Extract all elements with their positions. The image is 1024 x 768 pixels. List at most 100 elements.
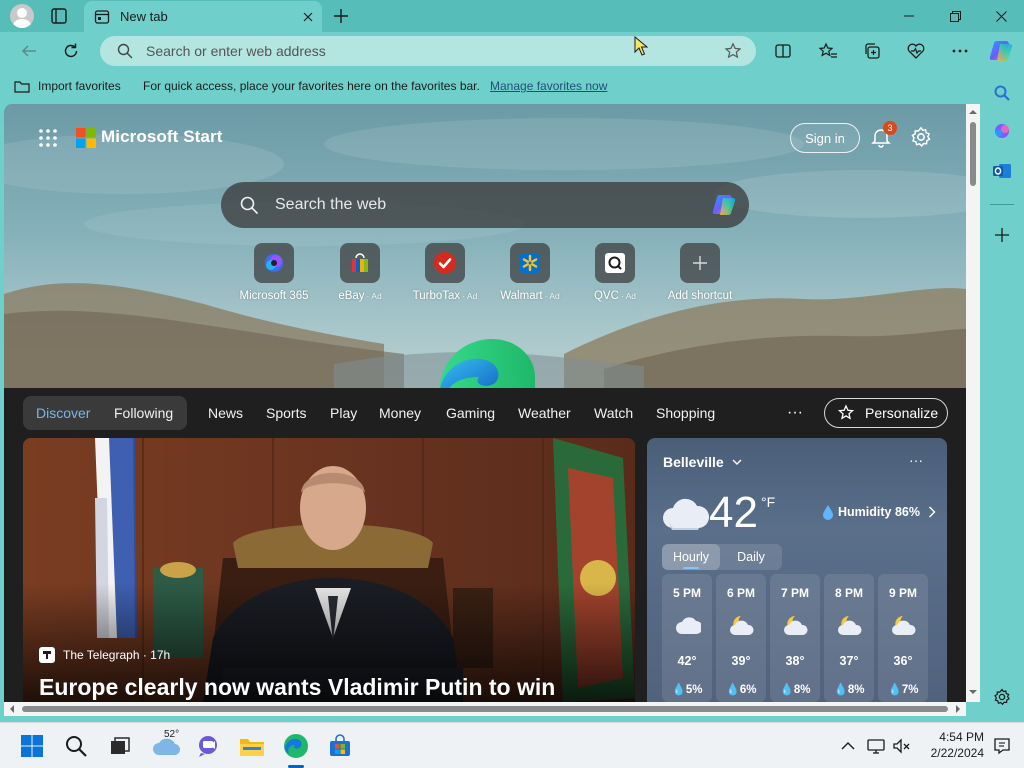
chevron-down-icon [732, 459, 742, 465]
horizontal-scroll-thumb[interactable] [22, 706, 948, 712]
vertical-scroll-thumb[interactable] [970, 122, 976, 186]
humidity-readout[interactable]: Humidity 86% [822, 504, 940, 520]
address-bar[interactable]: Search or enter web address [100, 36, 756, 66]
shortcut-microsoft-365[interactable]: Microsoft 365 [232, 243, 316, 313]
windows-start-icon[interactable] [16, 730, 48, 762]
close-window-icon[interactable] [978, 0, 1024, 32]
shortcut-add[interactable]: Add shortcut [658, 243, 742, 313]
personalize-button[interactable]: Personalize [824, 398, 948, 428]
new-tab-page-icon [94, 9, 110, 24]
add-favorite-star-icon[interactable] [724, 42, 742, 60]
microsoft-start-title[interactable]: Microsoft Start [101, 127, 222, 147]
telegraph-logo-icon [39, 647, 55, 663]
volume-muted-icon[interactable] [886, 730, 918, 762]
new-tab-plus-icon[interactable] [330, 6, 352, 26]
teams-chat-icon[interactable] [192, 730, 224, 762]
favorites-icon[interactable] [813, 36, 843, 66]
copilot-search-icon[interactable] [709, 190, 739, 220]
tab-daily[interactable]: Daily [722, 544, 780, 570]
weather-more-button[interactable]: ··· [909, 452, 923, 468]
hourly-forecast-item[interactable]: 7 PM 38° 💧8% [770, 574, 820, 702]
split-screen-icon[interactable] [768, 36, 798, 66]
shortcut-label: QVC [593, 290, 619, 302]
temperature-unit[interactable]: °F [761, 494, 775, 510]
tab-news[interactable]: News [208, 396, 243, 430]
sidebar-outlook-icon[interactable] [991, 160, 1013, 182]
page-settings-gear-icon[interactable] [910, 126, 932, 148]
task-view-icon[interactable] [104, 730, 136, 762]
minimize-icon[interactable] [886, 0, 932, 32]
add-shortcut-plus-icon [680, 243, 720, 283]
refresh-icon[interactable] [56, 36, 86, 66]
horizontal-scrollbar[interactable] [4, 702, 966, 716]
taskbar-search-icon[interactable] [60, 730, 92, 762]
microsoft-logo-icon [76, 128, 96, 148]
microsoft-store-icon[interactable] [324, 730, 356, 762]
file-explorer-icon[interactable] [236, 730, 268, 762]
sidebar-copilot-icon[interactable] [991, 120, 1013, 142]
shortcut-turbotax[interactable]: TurboTax · Ad [403, 243, 487, 313]
sidebar-add-icon[interactable] [991, 224, 1013, 246]
tab-gaming[interactable]: Gaming [446, 396, 495, 430]
tab-sports[interactable]: Sports [266, 396, 306, 430]
ad-label: · Ad [366, 291, 382, 301]
tab-new-tab[interactable]: New tab [84, 1, 322, 32]
tab-following[interactable]: Following [114, 396, 173, 430]
edge-sidebar [980, 70, 1024, 722]
browser-essentials-icon[interactable] [901, 36, 931, 66]
tab-money[interactable]: Money [379, 396, 421, 430]
forecast-temp: 36° [893, 654, 913, 668]
forecast-temp: 38° [785, 654, 805, 668]
back-arrow-icon[interactable] [14, 36, 44, 66]
scroll-down-arrow-icon[interactable] [966, 686, 980, 698]
weather-location-dropdown[interactable]: Belleville [663, 454, 742, 470]
import-icon [14, 81, 30, 93]
forecast-time: 6 PM [726, 586, 755, 600]
sidebar-settings-gear-icon[interactable] [991, 686, 1013, 708]
shortcut-walmart[interactable]: Walmart · Ad [488, 243, 572, 313]
story-headline[interactable]: Europe clearly now wants Vladimir Putin … [39, 674, 555, 701]
tab-discover[interactable]: Discover [36, 396, 90, 430]
hourly-forecast-item[interactable]: 6 PM 39° 💧6% [716, 574, 766, 702]
ad-label: · Ad [544, 291, 560, 301]
tab-weather[interactable]: Weather [518, 396, 571, 430]
notification-center-icon[interactable] [986, 730, 1018, 762]
forecast-precip-value: 5% [685, 684, 703, 696]
mouse-cursor-icon [634, 36, 648, 56]
forecast-precip: 💧8% [779, 684, 811, 696]
tab-watch[interactable]: Watch [594, 396, 633, 430]
more-options-icon[interactable] [945, 36, 975, 66]
shortcut-qvc[interactable]: QVC · Ad [573, 243, 657, 313]
web-search-input[interactable]: Search the web [275, 196, 709, 214]
sidebar-search-icon[interactable] [991, 82, 1013, 104]
forecast-precip: 💧7% [887, 684, 919, 696]
notification-count-badge: 3 [883, 121, 897, 135]
vertical-scrollbar[interactable] [966, 104, 980, 702]
edge-browser-icon[interactable] [280, 730, 312, 762]
web-search-box[interactable]: Search the web [221, 182, 749, 228]
copilot-icon[interactable] [986, 36, 1016, 66]
weather-card[interactable]: Belleville ··· 42 °F Humidity 86% Hourly… [647, 438, 947, 702]
close-tab-icon[interactable] [294, 5, 322, 29]
shortcut-ebay[interactable]: eBay · Ad [318, 243, 402, 313]
system-clock[interactable]: 4:54 PM 2/22/2024 [918, 729, 984, 761]
collections-icon[interactable] [857, 36, 887, 66]
tab-play[interactable]: Play [330, 396, 357, 430]
scroll-up-arrow-icon[interactable] [966, 106, 980, 118]
sign-in-button[interactable]: Sign in [790, 123, 860, 153]
scroll-left-arrow-icon[interactable] [6, 702, 18, 716]
hero-story-card[interactable]: The Telegraph · 17h Europe clearly now w… [23, 438, 635, 702]
apps-grid-icon[interactable] [38, 128, 58, 148]
hourly-forecast-item[interactable]: 9 PM 36° 💧7% [878, 574, 928, 702]
hourly-forecast-item[interactable]: 5 PM 42° 💧5% [662, 574, 712, 702]
import-favorites-button[interactable]: Import favorites [14, 79, 121, 93]
feed-more-button[interactable]: ··· [785, 396, 805, 430]
restore-icon[interactable] [932, 0, 978, 32]
walmart-spark-icon [510, 243, 550, 283]
profile-avatar[interactable] [10, 4, 34, 28]
manage-favorites-link[interactable]: Manage favorites now [490, 79, 607, 93]
tab-shopping[interactable]: Shopping [656, 396, 715, 430]
tab-actions-icon[interactable] [48, 6, 70, 26]
scroll-right-arrow-icon[interactable] [952, 702, 964, 716]
hourly-forecast-item[interactable]: 8 PM 37° 💧8% [824, 574, 874, 702]
